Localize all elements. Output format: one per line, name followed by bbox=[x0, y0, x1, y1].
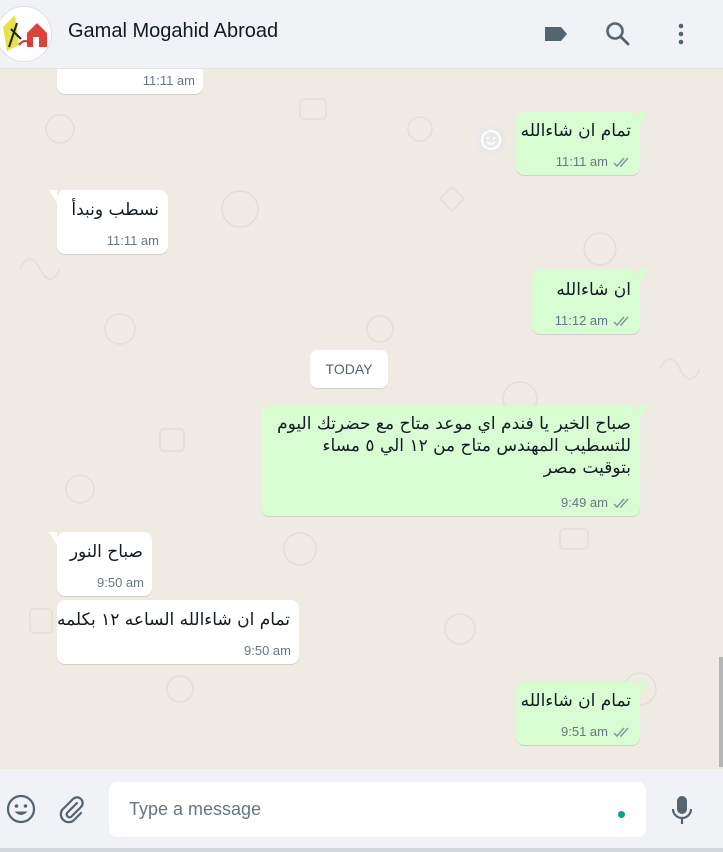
message-bubble-incoming[interactable]: 11:11 am bbox=[57, 69, 203, 94]
composer-bar: Type a message bbox=[0, 769, 723, 852]
contact-name[interactable]: Gamal Mogahid Abroad bbox=[68, 20, 278, 43]
label-icon[interactable] bbox=[542, 20, 570, 48]
double-check-icon bbox=[613, 498, 629, 509]
search-icon[interactable] bbox=[604, 20, 632, 48]
message-bubble-outgoing[interactable]: تمام ان شاءالله 11:11 am bbox=[516, 112, 648, 175]
double-check-icon bbox=[613, 727, 629, 738]
message-input[interactable]: Type a message bbox=[109, 782, 646, 837]
date-divider: TODAY bbox=[310, 350, 388, 388]
mic-icon[interactable] bbox=[666, 793, 698, 827]
react-emoji-button[interactable] bbox=[476, 125, 506, 155]
status-dot-icon bbox=[618, 811, 625, 818]
message-text: تمام ان شاءالله bbox=[520, 691, 631, 711]
message-bubble-outgoing[interactable]: ان شاءالله 11:12 am bbox=[532, 270, 648, 334]
message-text: تمام ان شاءالله الساعه ١٢ بكلمه bbox=[56, 610, 290, 630]
message-time: 11:11 am bbox=[142, 73, 195, 88]
message-bubble-incoming[interactable]: نسطب ونبدأ 11:11 am bbox=[49, 190, 168, 254]
window-bottom-border bbox=[0, 848, 723, 852]
chat-area[interactable]: 11:11 am تمام ان شاءالله 11:11 am نسطب و… bbox=[0, 69, 723, 769]
message-time: 9:50 am bbox=[97, 575, 144, 590]
chat-scrollbar[interactable] bbox=[719, 657, 723, 767]
message-text: ان شاءالله bbox=[556, 280, 631, 300]
message-time: 9:49 am bbox=[561, 495, 608, 510]
message-text: تمام ان شاءالله bbox=[520, 121, 631, 141]
message-bubble-incoming[interactable]: صباح النور 9:50 am bbox=[49, 532, 152, 596]
message-bubble-outgoing[interactable]: تمام ان شاءالله 9:51 am bbox=[516, 682, 648, 745]
message-bubble-outgoing[interactable]: صباح الخير يا فندم اي موعد متاح مع حضرتك… bbox=[261, 406, 648, 516]
emoji-icon[interactable] bbox=[5, 793, 37, 825]
double-check-icon bbox=[613, 157, 629, 168]
message-text: نسطب ونبدأ bbox=[71, 200, 159, 220]
message-time: 9:50 am bbox=[244, 643, 291, 658]
attach-icon[interactable] bbox=[55, 793, 87, 825]
message-text: صباح النور bbox=[69, 542, 143, 562]
chat-header: Gamal Mogahid Abroad bbox=[0, 0, 723, 69]
message-bubble-incoming[interactable]: تمام ان شاءالله الساعه ١٢ بكلمه 9:50 am bbox=[57, 600, 299, 664]
message-input-placeholder: Type a message bbox=[129, 799, 262, 819]
message-text: صباح الخير يا فندم اي موعد متاح مع حضرتك… bbox=[277, 414, 631, 478]
double-check-icon bbox=[613, 316, 629, 327]
message-time: 11:11 am bbox=[106, 233, 159, 248]
message-time: 9:51 am bbox=[561, 724, 608, 739]
message-time: 11:12 am bbox=[554, 313, 608, 328]
menu-icon[interactable] bbox=[667, 20, 695, 48]
message-time: 11:11 am bbox=[555, 154, 608, 169]
contact-avatar[interactable] bbox=[0, 6, 52, 62]
